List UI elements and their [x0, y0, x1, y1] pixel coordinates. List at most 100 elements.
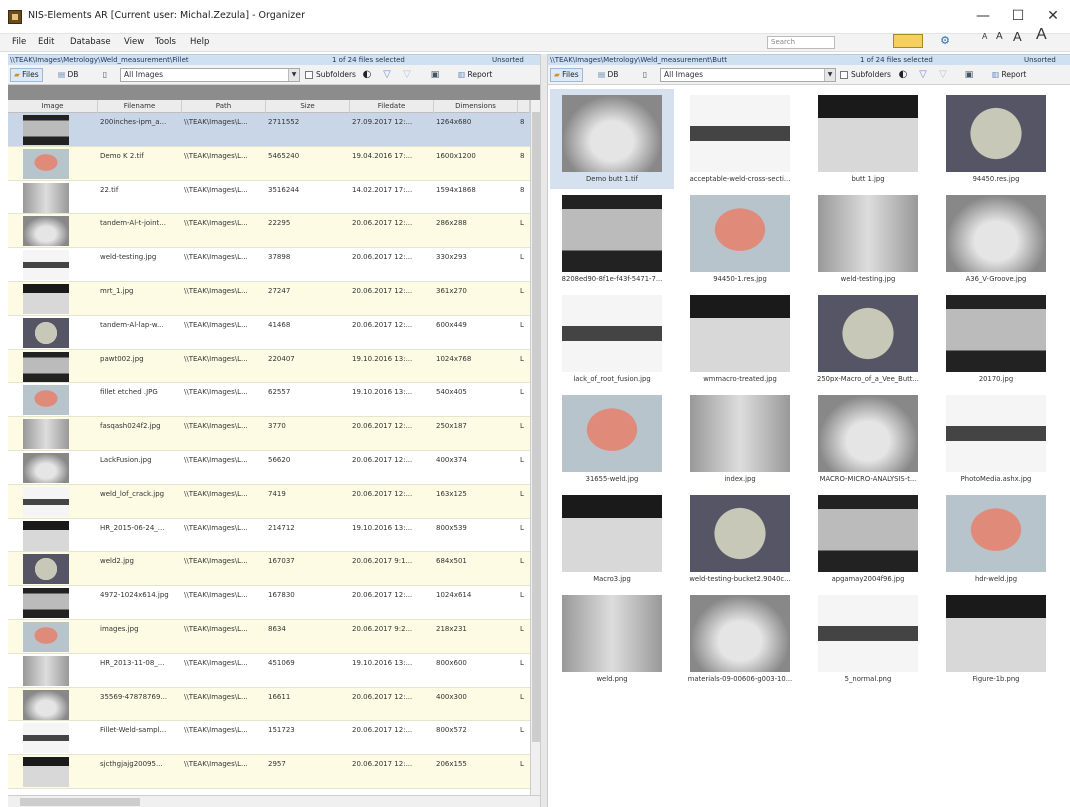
thumbnail-tile[interactable]: 20170.jpg	[934, 289, 1058, 389]
table-row[interactable]: weld_lof_crack.jpg \\TEAK\Images\L... 7419…	[8, 484, 530, 519]
thumbnail-tile[interactable]: index.jpg	[678, 389, 802, 489]
table-row[interactable]: fasqash024f2.jpg \\TEAK\Images\L... 3770 20…	[8, 417, 530, 451]
left-contrast-icon[interactable]: ◐	[360, 68, 374, 82]
thumbnail-tile[interactable]: hdr-weld.jpg	[934, 489, 1058, 589]
cell-size: 22295	[268, 219, 291, 228]
thumbnail-tile[interactable]: apgamay2004f96.jpg	[806, 489, 930, 589]
thumbnail-tile[interactable]: weld-testing.jpg	[806, 189, 930, 289]
search-input[interactable]: Search	[767, 36, 835, 49]
right-db-tab[interactable]: ▤ DB	[594, 68, 622, 82]
table-row[interactable]: 200inches-ipm_a... \\TEAK\Images\L... 2711…	[8, 113, 530, 147]
table-row[interactable]: images.jpg \\TEAK\Images\L... 8634 20.06.20…	[8, 620, 530, 654]
col-filename[interactable]: Filename	[98, 100, 182, 113]
right-filter-icon[interactable]: ▽	[916, 68, 930, 82]
table-row[interactable]: sjcthgjajg20095... \\TEAK\Images\L... 2957…	[8, 755, 530, 789]
table-row[interactable]: tandem-Al-t-joint... \\TEAK\Images\L... 22…	[8, 214, 530, 249]
thumbnail-tile[interactable]: MACRO-MICRO-ANALYSIS-t...	[806, 389, 930, 489]
thumbnail-tile[interactable]: weld.png	[550, 589, 674, 689]
left-filter-icon[interactable]: ▽	[380, 68, 394, 82]
right-contrast-icon[interactable]: ◐	[896, 68, 910, 82]
thumbnail-tile[interactable]: 94450.res.jpg	[934, 89, 1058, 189]
table-row[interactable]: LackFusion.jpg \\TEAK\Images\L... 56620 20.…	[8, 451, 530, 485]
thumbnail-tile[interactable]: Figure-1b.png	[934, 589, 1058, 689]
menu-file[interactable]: File	[12, 37, 26, 47]
left-preview-icon[interactable]: ▣	[428, 68, 442, 82]
thumbnail-tile[interactable]: Demo butt 1.tif	[550, 89, 674, 189]
col-size[interactable]: Size	[266, 100, 350, 113]
left-files-tab[interactable]: ▰ Files	[10, 68, 43, 82]
table-row[interactable]: 35569-47878769... \\TEAK\Images\L... 16611…	[8, 687, 530, 722]
menu-view[interactable]: View	[124, 37, 144, 47]
left-vertical-scroll-thumb[interactable]	[532, 112, 540, 742]
table-row[interactable]: tandem-Al-lap-w... \\TEAK\Images\L... 4146…	[8, 315, 530, 350]
table-row[interactable]: 22.tif \\TEAK\Images\L... 3516244 14.02.201…	[8, 180, 530, 215]
thumbnail-tile[interactable]: butt 1.jpg	[806, 89, 930, 189]
pane-splitter[interactable]	[540, 54, 548, 807]
table-row[interactable]: weld-testing.jpg \\TEAK\Images\L... 37898 2…	[8, 248, 530, 282]
table-row[interactable]: fillet etched .JPG \\TEAK\Images\L... 6255…	[8, 383, 530, 418]
left-sort-mode[interactable]: Unsorted	[492, 55, 524, 65]
table-row[interactable]: HR_2013-11-08_... \\TEAK\Images\L... 45106…	[8, 653, 530, 688]
highlight-tool-icon[interactable]	[893, 34, 923, 48]
right-sort-mode[interactable]: Unsorted	[1024, 55, 1056, 65]
thumbnail-tile[interactable]: 250px-Macro_of_a_Vee_Butt...	[806, 289, 930, 389]
font-size-smallest-button[interactable]: A	[982, 32, 987, 41]
right-filter-select[interactable]: All Images ▼	[660, 68, 836, 82]
col-image[interactable]: Image	[8, 100, 98, 113]
left-list-view-icon[interactable]: ▯	[98, 68, 112, 82]
col-filedate[interactable]: Filedate	[350, 100, 434, 113]
font-size-medium-button[interactable]: A	[1013, 29, 1022, 44]
left-vertical-scrollbar[interactable]	[530, 100, 540, 795]
right-filter-clear-icon[interactable]: ▽	[936, 68, 950, 82]
table-row[interactable]: HR_2015-06-24_... \\TEAK\Images\L... 21471…	[8, 518, 530, 553]
maximize-button[interactable]: ☐	[1003, 6, 1033, 26]
close-button[interactable]: ✕	[1038, 6, 1068, 26]
table-row[interactable]: weld2.jpg \\TEAK\Images\L... 167037 20.06.2…	[8, 552, 530, 587]
thumbnail-tile[interactable]: wmmacro-treated.jpg	[678, 289, 802, 389]
thumbnail-tile[interactable]: acceptable-weld-cross-secti...	[678, 89, 802, 189]
thumbnail-tile[interactable]: PhotoMedia.ashx.jpg	[934, 389, 1058, 489]
right-list-view-icon[interactable]: ▯	[638, 68, 652, 82]
left-subfolders-checkbox[interactable]	[305, 71, 313, 79]
table-row[interactable]: Fillet-Weld-sampl... \\TEAK\Images\L... 15…	[8, 721, 530, 756]
right-subfolders-checkbox[interactable]	[840, 71, 848, 79]
font-size-large-button[interactable]: A	[1036, 26, 1047, 44]
thumbnail-tile[interactable]: A36_V-Groove.jpg	[934, 189, 1058, 289]
left-filter-select[interactable]: All Images ▼	[120, 68, 300, 82]
cell-filename: tandem-Al-t-joint...	[100, 219, 166, 228]
col-dimensions[interactable]: Dimensions	[434, 100, 518, 113]
menu-edit[interactable]: Edit	[38, 37, 54, 47]
cell-dims: 361x270	[436, 287, 467, 295]
minimize-button[interactable]: —	[968, 6, 998, 26]
right-report-button[interactable]: ▥ Report	[988, 68, 1030, 82]
thumbnail-tile[interactable]: 8208ed90-8f1e-f43f-5471-7...	[550, 189, 674, 289]
thumbnail-tile[interactable]: materials-09-00606-g003-10...	[678, 589, 802, 689]
menu-help[interactable]: Help	[190, 37, 209, 47]
cell-filename: sjcthgjajg20095...	[100, 760, 163, 769]
menu-tools[interactable]: Tools	[155, 37, 176, 47]
col-extra[interactable]	[518, 100, 530, 113]
tile-caption: 31655-weld.jpg	[585, 475, 639, 483]
left-horizontal-scrollbar[interactable]	[8, 795, 540, 807]
right-preview-icon[interactable]: ▣	[962, 68, 976, 82]
table-row[interactable]: mrt_1.jpg \\TEAK\Images\L... 27247 20.06.20…	[8, 282, 530, 316]
left-filter-clear-icon[interactable]: ▽	[400, 68, 414, 82]
table-row[interactable]: Demo K 2.tif \\TEAK\Images\L... 5465240 19.…	[8, 146, 530, 181]
table-row[interactable]: pawt002.jpg \\TEAK\Images\L... 220407 19.10…	[8, 349, 530, 384]
table-row[interactable]: 4972-1024x614.jpg \\TEAK\Images\L... 16783…	[8, 586, 530, 620]
thumbnail-tile[interactable]: 5_normal.png	[806, 589, 930, 689]
left-report-button[interactable]: ▥ Report	[454, 68, 496, 82]
left-horizontal-scroll-thumb[interactable]	[20, 798, 140, 806]
thumbnail-tile[interactable]: 31655-weld.jpg	[550, 389, 674, 489]
menu-database[interactable]: Database	[70, 37, 111, 47]
settings-gear-icon[interactable]: ⚙	[930, 34, 960, 48]
thumbnail-tile[interactable]: Macro3.jpg	[550, 489, 674, 589]
cell-path: \\TEAK\Images\L...	[184, 151, 248, 160]
left-db-tab[interactable]: ▤ DB	[54, 68, 82, 82]
thumbnail-tile[interactable]: weld-testing-bucket2.9040c...	[678, 489, 802, 589]
font-size-small-button[interactable]: A	[996, 31, 1003, 42]
col-path[interactable]: Path	[182, 100, 266, 113]
thumbnail-tile[interactable]: lack_of_root_fusion.jpg	[550, 289, 674, 389]
right-files-tab[interactable]: ▰ Files	[550, 68, 583, 82]
thumbnail-tile[interactable]: 94450-1.res.jpg	[678, 189, 802, 289]
